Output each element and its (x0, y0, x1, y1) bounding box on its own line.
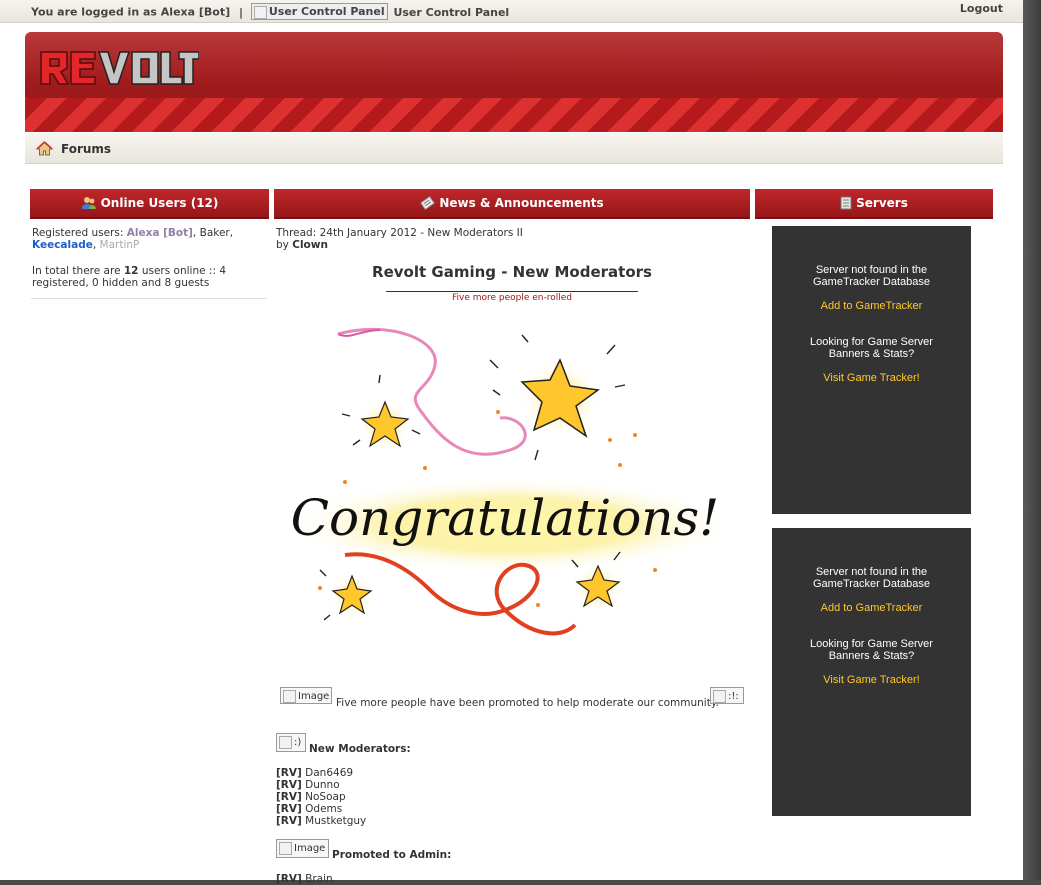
broken-image-icon (253, 5, 267, 19)
smiley-alt: :!: (728, 691, 739, 702)
gametracker-widget: Server not found in the GameTracker Data… (772, 226, 971, 514)
rv-tag: [RV] (276, 873, 302, 885)
breadcrumb: Forums (25, 133, 1003, 164)
logout-link[interactable]: Logout (960, 2, 1003, 15)
by-label: by (276, 239, 289, 251)
rv-tag: [RV] (276, 803, 302, 815)
newspaper-icon (420, 195, 436, 210)
logged-in-text: You are logged in as Alexa [Bot] (31, 5, 231, 19)
user-link[interactable]: MartinP (100, 239, 140, 251)
site-header (25, 32, 1003, 132)
broken-image-icon (279, 735, 292, 749)
image-alt: Image (294, 843, 326, 854)
rv-tag: [RV] (276, 767, 302, 779)
server-icon (840, 196, 852, 209)
post-image: Image (280, 687, 333, 704)
promoted-admin-label: Promoted to Admin: (332, 849, 452, 861)
registered-users-line: Registered users: Alexa [Bot], Baker, Ke… (32, 227, 234, 251)
rv-tag: [RV] (276, 791, 302, 803)
headline-rule (386, 291, 638, 292)
moderator-name: Mustketguy (305, 815, 367, 827)
visit-gametracker-link[interactable]: Visit Game Tracker! (772, 372, 971, 384)
promo-text: Five more people have been promoted to h… (336, 697, 719, 709)
forum-page: You are logged in as Alexa [Bot] | User … (0, 0, 1023, 885)
broken-image-icon (283, 689, 296, 703)
thread-link[interactable]: Thread: 24th January 2012 - New Moderato… (276, 227, 523, 239)
moderator-name: Dunno (305, 779, 340, 791)
visit-gametracker-link[interactable]: Visit Game Tracker! (772, 674, 971, 686)
thread-meta: Thread: 24th January 2012 - New Moderato… (276, 227, 523, 251)
looking-text: Looking for Game Server Banners & Stats? (810, 638, 933, 662)
total-prefix: In total there are (32, 265, 124, 277)
moderator-name: Odems (305, 803, 343, 815)
window-edge (1023, 0, 1041, 880)
smiley-image: :) (276, 733, 306, 752)
divider (31, 298, 267, 299)
rv-tag: [RV] (276, 779, 302, 791)
separator: | (238, 5, 244, 19)
server-not-found: Server not found in the GameTracker Data… (813, 566, 930, 590)
moderator-name: Dan6469 (305, 767, 354, 779)
moderator-name: NoSoap (305, 791, 346, 803)
broken-image-icon (713, 689, 726, 703)
post-subheadline: Five more people en-rolled (451, 293, 573, 303)
top-bar: You are logged in as Alexa [Bot] | User … (0, 0, 1023, 23)
breadcrumb-forums[interactable]: Forums (61, 142, 111, 156)
ucp-image-alt: User Control Panel (268, 5, 385, 18)
user-link[interactable]: Alexa [Bot] (127, 227, 193, 239)
revolt-logo[interactable] (39, 48, 199, 88)
congratulations-text: Congratulations! (291, 489, 720, 547)
server-not-found: Server not found in the GameTracker Data… (813, 264, 930, 288)
admin-image: Image (276, 839, 329, 858)
users-icon (81, 196, 96, 209)
servers-header: Servers (755, 189, 993, 219)
add-to-gametracker-link[interactable]: Add to GameTracker (772, 300, 971, 312)
list-item: [RV] Brain (276, 873, 333, 885)
looking-text: Looking for Game Server Banners & Stats? (810, 336, 933, 360)
total-count: 12 (123, 265, 139, 277)
header-stripes (25, 98, 1003, 132)
news-header: News & Announcements (274, 189, 750, 219)
moderator-list: [RV] Dan6469 [RV] Dunno [RV] NoSoap [RV]… (276, 767, 366, 827)
user-link[interactable]: Keecalade (32, 239, 93, 251)
list-item: [RV] Odems (276, 803, 366, 815)
login-status: You are logged in as Alexa [Bot] | User … (31, 3, 509, 21)
image-alt: Image (298, 691, 330, 702)
user-link[interactable]: Baker (200, 227, 230, 239)
rv-tag: [RV] (276, 815, 302, 827)
registered-label: Registered users: (32, 227, 124, 239)
servers-title: Servers (856, 196, 908, 210)
ucp-image[interactable]: User Control Panel (250, 3, 388, 20)
news-title: News & Announcements (439, 196, 604, 210)
online-total: In total there are 12 users online :: 4 … (32, 265, 265, 289)
admin-name: Brain (305, 873, 333, 885)
list-item: [RV] Mustketguy (276, 815, 366, 827)
list-item: [RV] Dan6469 (276, 767, 366, 779)
home-icon[interactable] (36, 141, 53, 156)
ucp-link[interactable]: User Control Panel (393, 6, 509, 19)
author-link[interactable]: Clown (292, 239, 328, 251)
list-item: [RV] Dunno (276, 779, 366, 791)
online-users-header: Online Users (12) (30, 189, 269, 219)
gametracker-widget: Server not found in the GameTracker Data… (772, 528, 971, 816)
congratulations-image: Congratulations! (290, 327, 730, 636)
add-to-gametracker-link[interactable]: Add to GameTracker (772, 602, 971, 614)
post-headline: Revolt Gaming - New Moderators (372, 263, 652, 281)
new-moderators-label: New Moderators: (309, 743, 411, 755)
online-users-title: Online Users (12) (100, 196, 219, 210)
broken-image-icon (279, 841, 292, 855)
smiley-alt: :) (294, 737, 302, 748)
smiley-image: :!: (710, 687, 744, 704)
online-users-list: Registered users: Alexa [Bot], Baker, Ke… (32, 227, 265, 289)
list-item: [RV] NoSoap (276, 791, 366, 803)
